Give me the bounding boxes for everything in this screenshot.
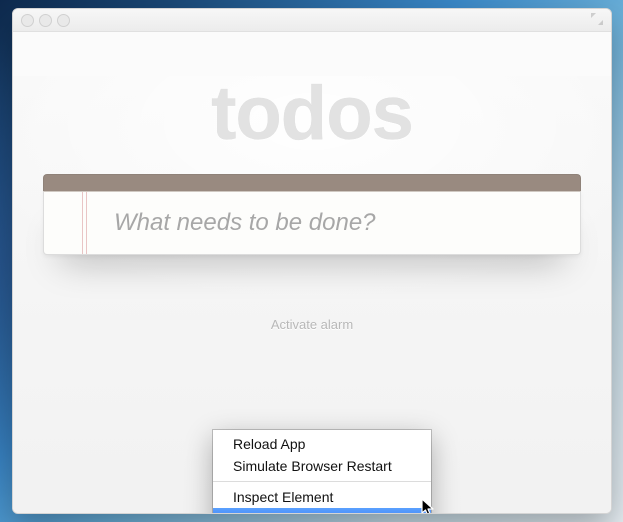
todo-card [43,174,581,255]
context-menu-separator [213,481,431,482]
window-zoom-button[interactable] [57,14,70,27]
new-todo-input[interactable] [112,208,568,238]
app-title: todos [13,76,611,152]
context-menu-item-simulate-restart[interactable]: Simulate Browser Restart [213,455,431,477]
margin-rule-line [82,192,83,254]
window-close-button[interactable] [21,14,34,27]
margin-rule-line [86,192,87,254]
window-content: todos Activate alarm Reload App Simulate… [13,76,611,514]
window-minimize-button[interactable] [39,14,52,27]
window-fullscreen-icon[interactable] [591,13,603,25]
todo-card-header [43,174,581,191]
window-titlebar[interactable] [13,9,611,32]
todo-input-row [43,191,581,255]
app-window: todos Activate alarm Reload App Simulate… [12,8,612,514]
context-menu-item-inspect-element[interactable]: Inspect Element [213,486,431,508]
context-menu: Reload App Simulate Browser Restart Insp… [213,430,431,514]
context-menu-item-reload-app[interactable]: Reload App [213,433,431,455]
activate-alarm-link[interactable]: Activate alarm [271,317,353,332]
desktop-background: todos Activate alarm Reload App Simulate… [0,0,623,522]
context-menu-item-inspect-background-page[interactable]: Inspect Background Page [213,508,431,514]
